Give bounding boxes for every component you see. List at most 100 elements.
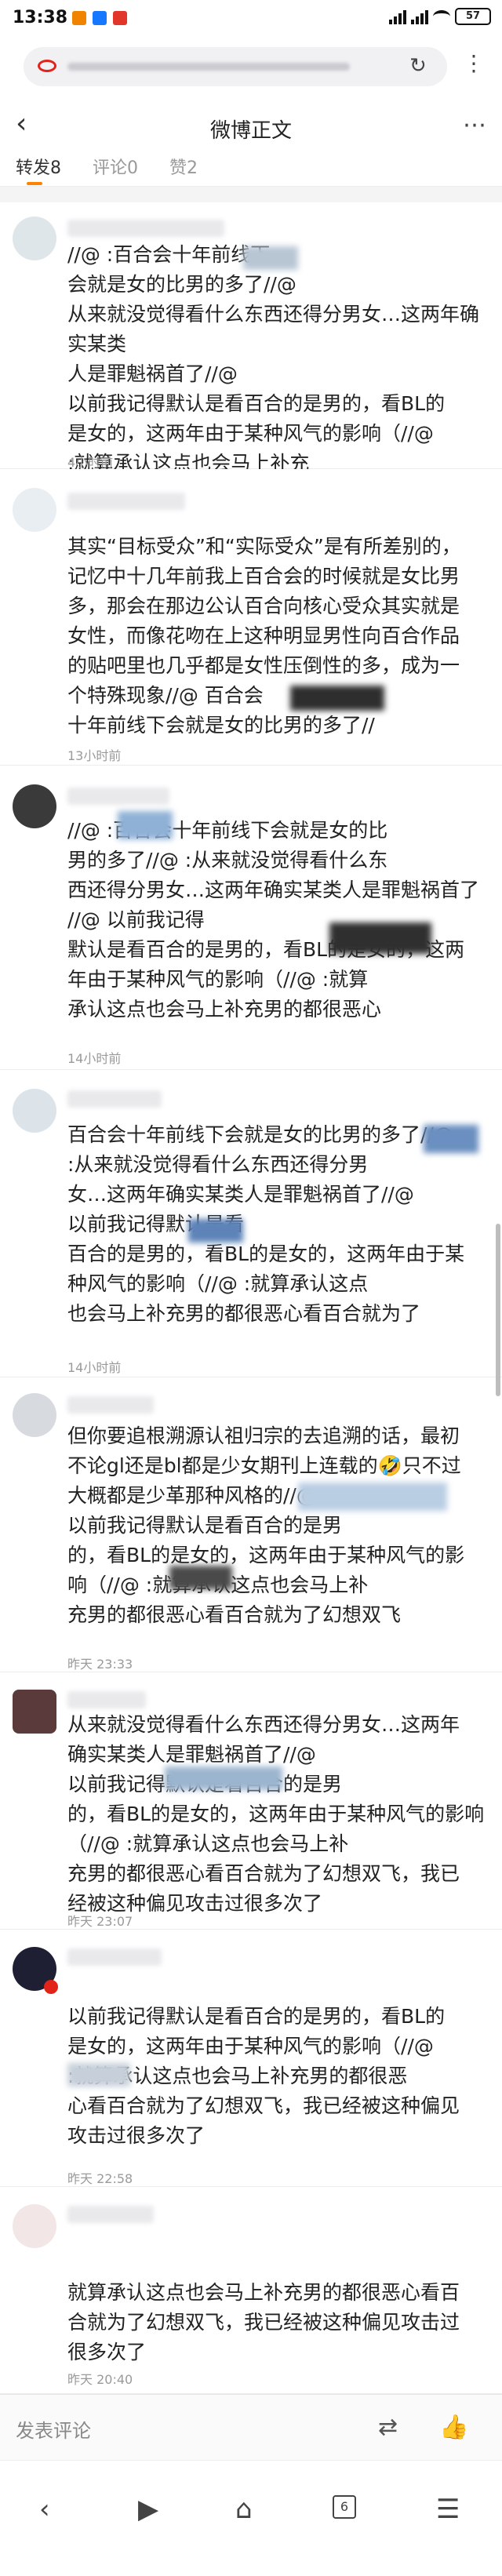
timestamp: 14小时前 [67, 1051, 122, 1066]
section-divider [0, 187, 502, 202]
avatar-badge-icon [44, 1980, 58, 1994]
repost-icon[interactable]: ⇄ [378, 2414, 398, 2441]
text-line: 充男的都很恶心看百合就为了幻想双飞 [67, 1603, 402, 1626]
text-line: 是女的，这两年由于某种风气的影响（//@ [67, 422, 434, 445]
repost-item[interactable]: 就算承认这点也会马上补充男的都很恶心看百 合就为了幻想双飞，我已经被这种偏见攻击… [0, 2187, 502, 2394]
avatar[interactable] [13, 2204, 56, 2248]
app-icon-b [93, 11, 107, 25]
timestamp: 13小时前 [67, 748, 122, 763]
menu-icon[interactable]: ⋯ [463, 111, 486, 139]
text-line: 但你要追根溯源认祖归宗的去追溯的话，最初 [67, 1424, 460, 1447]
repost-text: //@ :百合会十年前线下会就是女的比 男的多了//@ :从来就没觉得看什么东 … [67, 816, 488, 1024]
timestamp: 14小时前 [67, 1360, 122, 1375]
text-line: 女性，而像花吻在上这种明显男性向百合作品 [67, 624, 460, 647]
url-field[interactable]: ↻ [24, 47, 447, 86]
text-line: 个特殊现象//@ 百合会 [67, 684, 264, 707]
text-line: :就算承认这点也会马上补充男的都很恶 [67, 2065, 408, 2087]
repost-item[interactable]: 但你要追根溯源认祖归宗的去追溯的话，最初 不论gl还是bl都是少女期刊上连载的🤣… [0, 1377, 502, 1672]
tab-bar: 转发8 评论0 赞2 [0, 147, 502, 187]
comment-bar: 发表评论 ⇄ 👍 [0, 2394, 502, 2460]
like-icon[interactable]: 👍 [439, 2414, 468, 2441]
repost-text: 以前我记得默认是看百合的是男的，看BL的 是女的，这两年由于某种风气的影响（//… [67, 2002, 488, 2151]
active-tab-indicator [27, 182, 42, 185]
repost-text: 从来就没觉得看什么东西还得分男女…这两年 确实某类人是罪魁祸首了//@ 以前我记… [67, 1710, 488, 1919]
signal-icon [389, 9, 406, 24]
text-line: 的，看BL的是女的，这两年由于某种风气的影 [67, 1544, 465, 1566]
repost-item[interactable]: //@ :百合会十年前线下会就是女的比 男的多了//@ :从来就没觉得看什么东 … [0, 766, 502, 1070]
nav-back-icon[interactable]: ‹ [39, 2494, 50, 2525]
tab-likes[interactable]: 赞2 [169, 154, 198, 179]
tab-comments[interactable]: 评论0 [93, 154, 138, 179]
avatar[interactable] [13, 1690, 56, 1734]
text-line: 西还得分男女…这两年确实某类人是罪魁祸首了 [67, 879, 480, 901]
page-title: 微博正文 [209, 119, 292, 143]
text-line: 是女的，这两年由于某种风气的影响（//@ [67, 2035, 434, 2058]
menu-icon[interactable]: ☰ [436, 2494, 460, 2525]
text-line: :从来就没觉得看什么东西还得分男 [67, 1153, 369, 1176]
text-line: 从来就没觉得看什么东西还得分男女…这两年确实某类 [67, 303, 480, 355]
redaction-mosaic [243, 246, 298, 270]
username-redacted[interactable] [67, 788, 169, 805]
battery-indicator: 57 [455, 8, 491, 25]
timestamp: 4小时前 [67, 455, 114, 470]
redaction-mosaic [188, 1219, 243, 1243]
redaction-mosaic [165, 1766, 282, 1790]
username-redacted[interactable] [67, 1691, 146, 1708]
username-redacted[interactable] [67, 493, 185, 510]
repost-item[interactable]: 以前我记得默认是看百合的是男的，看BL的 是女的，这两年由于某种风气的影响（//… [0, 1930, 502, 2187]
scrollbar-thumb[interactable] [496, 1224, 500, 1396]
browser-nav-bar: ‹ ▶ ⌂ 6 ☰ [0, 2460, 502, 2576]
repost-item[interactable]: 从来就没觉得看什么东西还得分男女…这两年 确实某类人是罪魁祸首了//@ 以前我记… [0, 1672, 502, 1930]
avatar[interactable] [13, 784, 56, 828]
redaction-mosaic [118, 811, 173, 839]
wifi-icon [433, 10, 450, 23]
text-line: 也会马上补充男的都很恶心看百合就为了 [67, 1302, 421, 1325]
repost-item[interactable]: 其实“目标受众”和“实际受众”是有所差别的， 记忆中十几年前我上百合会的时候就是… [0, 469, 502, 766]
text-line: 确实某类人是罪魁祸首了//@ [67, 1743, 316, 1766]
timestamp: 昨天 20:40 [67, 2372, 133, 2387]
repost-text: 其实“目标受众”和“实际受众”是有所差别的， 记忆中十几年前我上百合会的时候就是… [67, 532, 488, 740]
timestamp: 昨天 22:58 [67, 2171, 133, 2186]
timestamp: 昨天 23:33 [67, 1657, 133, 1672]
repost-text: 就算承认这点也会马上补充男的都很恶心看百 合就为了幻想双飞，我已经被这种偏见攻击… [67, 2278, 488, 2367]
repost-text: 但你要追根溯源认祖归宗的去追溯的话，最初 不论gl还是bl都是少女期刊上连载的🤣… [67, 1421, 488, 1630]
repost-item[interactable]: 百合会十年前线下会就是女的比男的多了//@ :从来就没觉得看什么东西还得分男 女… [0, 1070, 502, 1377]
reload-icon[interactable]: ↻ [409, 55, 431, 77]
text-line: 心看百合就为了幻想双飞，我已经被这种偏见 [67, 2094, 460, 2117]
username-redacted[interactable] [67, 2206, 154, 2223]
username-redacted[interactable] [67, 220, 224, 237]
app-icon-c [113, 11, 127, 25]
signal-icon-2 [411, 9, 428, 24]
username-redacted[interactable] [67, 1396, 154, 1414]
text-line: （//@ :就算承认这点也会马上补 [67, 1832, 349, 1855]
tab-reposts[interactable]: 转发8 [16, 154, 61, 179]
repost-item[interactable]: //@ :百合会十年前线下 会就是女的比男的多了//@ 从来就没觉得看什么东西还… [0, 202, 502, 475]
text-line: 响（//@ :就算承认这点也会马上补 [67, 1574, 369, 1596]
avatar[interactable] [13, 488, 56, 532]
text-line: 的贴吧里也几乎都是女性压倒性的多，成为一 [67, 654, 460, 677]
text-line: 承认这点也会马上补充男的都很恶心 [67, 998, 382, 1021]
status-time: 13:38 [13, 8, 68, 27]
text-line: 充男的都很恶心看百合就为了幻想双飞，我已 [67, 1862, 460, 1885]
avatar[interactable] [13, 216, 56, 260]
forward-icon[interactable]: ▶ [138, 2494, 158, 2525]
text-line: 十年前线下会就是女的比男的多了// [67, 714, 375, 737]
more-icon[interactable]: ⋮ [463, 52, 485, 75]
comment-input[interactable]: 发表评论 [16, 2415, 91, 2443]
repost-text: //@ :百合会十年前线下 会就是女的比男的多了//@ 从来就没觉得看什么东西还… [67, 240, 488, 478]
username-redacted[interactable] [67, 1948, 162, 1966]
text-line: 年由于某种风气的影响（//@ :就算 [67, 968, 369, 991]
avatar[interactable] [13, 1089, 56, 1133]
username-redacted[interactable] [67, 1090, 162, 1108]
tab-count-button[interactable]: 6 [333, 2495, 356, 2519]
redaction-mosaic [169, 1566, 232, 1589]
text-line: 会就是女的比男的多了//@ [67, 273, 296, 296]
avatar[interactable] [13, 1393, 56, 1437]
text-line: 多，那会在那边公认百合向核心受众其实就是 [67, 595, 460, 617]
weibo-eye-icon [38, 60, 56, 72]
redaction-mosaic [290, 686, 384, 711]
text-line: 百合的是男的，看BL的是女的，这两年由于某 [67, 1243, 465, 1265]
home-icon[interactable]: ⌂ [235, 2494, 253, 2525]
text-line: 就算承认这点也会马上补充男的都很恶心看百 [67, 2281, 460, 2304]
text-line: 从来就没觉得看什么东西还得分男女…这两年 [67, 1713, 460, 1736]
